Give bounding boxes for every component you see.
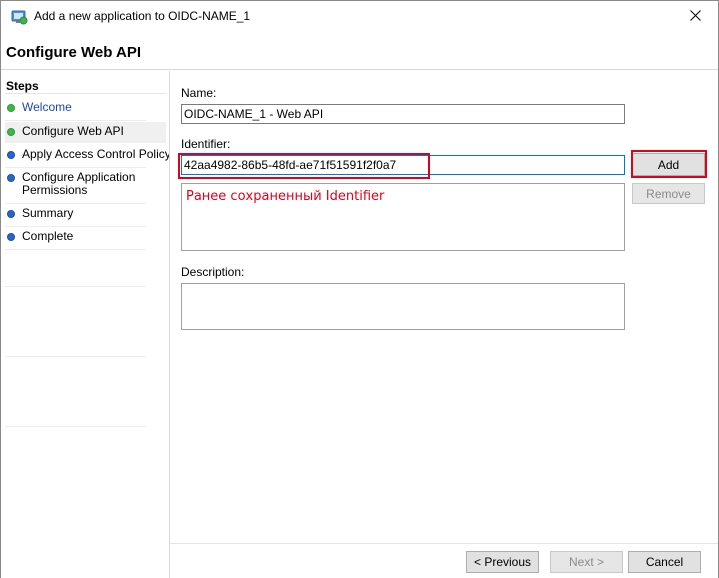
step-pending-icon	[7, 174, 15, 182]
step-complete[interactable]: Complete	[5, 227, 166, 248]
description-input[interactable]	[181, 283, 625, 330]
close-icon	[689, 9, 701, 24]
remove-button[interactable]: Remove	[632, 183, 705, 204]
step-pending-icon	[7, 210, 15, 218]
step-label: Welcome	[22, 100, 72, 114]
name-label: Name:	[181, 86, 217, 100]
description-label: Description:	[181, 265, 245, 279]
step-divider	[5, 249, 146, 250]
title-bar: Add a new application to OIDC-NAME_1	[1, 1, 718, 32]
wizard-window: Add a new application to OIDC-NAME_1 Con…	[0, 0, 719, 578]
window-title: Add a new application to OIDC-NAME_1	[34, 9, 251, 23]
step-divider	[5, 426, 146, 427]
name-input[interactable]: OIDC-NAME_1 - Web API	[181, 104, 625, 124]
adfs-application-icon	[11, 8, 28, 25]
step-label: Summary	[22, 206, 74, 220]
wizard-footer: < Previous Next > Cancel	[170, 543, 718, 577]
close-button[interactable]	[672, 1, 718, 32]
step-label: Configure Web API	[22, 124, 124, 138]
step-configure-application-permissions[interactable]: Configure Application Permissions	[5, 168, 166, 200]
step-divider	[5, 120, 146, 121]
step-label-line2: Permissions	[22, 183, 88, 197]
cancel-button[interactable]: Cancel	[628, 551, 701, 573]
next-button[interactable]: Next >	[550, 551, 623, 573]
steps-heading: Steps	[6, 79, 39, 93]
identifier-label: Identifier:	[181, 137, 231, 151]
step-welcome[interactable]: Welcome	[5, 98, 166, 119]
step-label: Apply Access Control Policy	[22, 147, 171, 161]
step-divider	[5, 356, 146, 357]
step-label: Complete	[22, 229, 74, 243]
add-button[interactable]: Add	[632, 153, 705, 176]
identifier-annotation: Ранее сохраненный Identifier	[186, 189, 385, 204]
step-pending-icon	[7, 233, 15, 241]
step-pending-icon	[7, 151, 15, 159]
steps-divider	[5, 93, 166, 94]
previous-button[interactable]: < Previous	[466, 551, 539, 573]
step-divider	[5, 286, 146, 287]
steps-panel: Steps Welcome Configure Web API Apply Ac…	[1, 71, 171, 578]
main-panel: Name: OIDC-NAME_1 - Web API Identifier: …	[170, 71, 718, 578]
page-header: Configure Web API	[1, 32, 718, 70]
page-title: Configure Web API	[6, 44, 141, 61]
step-current-icon	[7, 128, 15, 136]
step-complete-icon	[7, 104, 15, 112]
step-apply-access-control-policy[interactable]: Apply Access Control Policy	[5, 145, 171, 166]
step-summary[interactable]: Summary	[5, 204, 166, 225]
identifier-input[interactable]: 42aa4982-86b5-48fd-ae71f51591f2f0a7	[181, 155, 625, 175]
step-configure-web-api[interactable]: Configure Web API	[5, 122, 166, 143]
